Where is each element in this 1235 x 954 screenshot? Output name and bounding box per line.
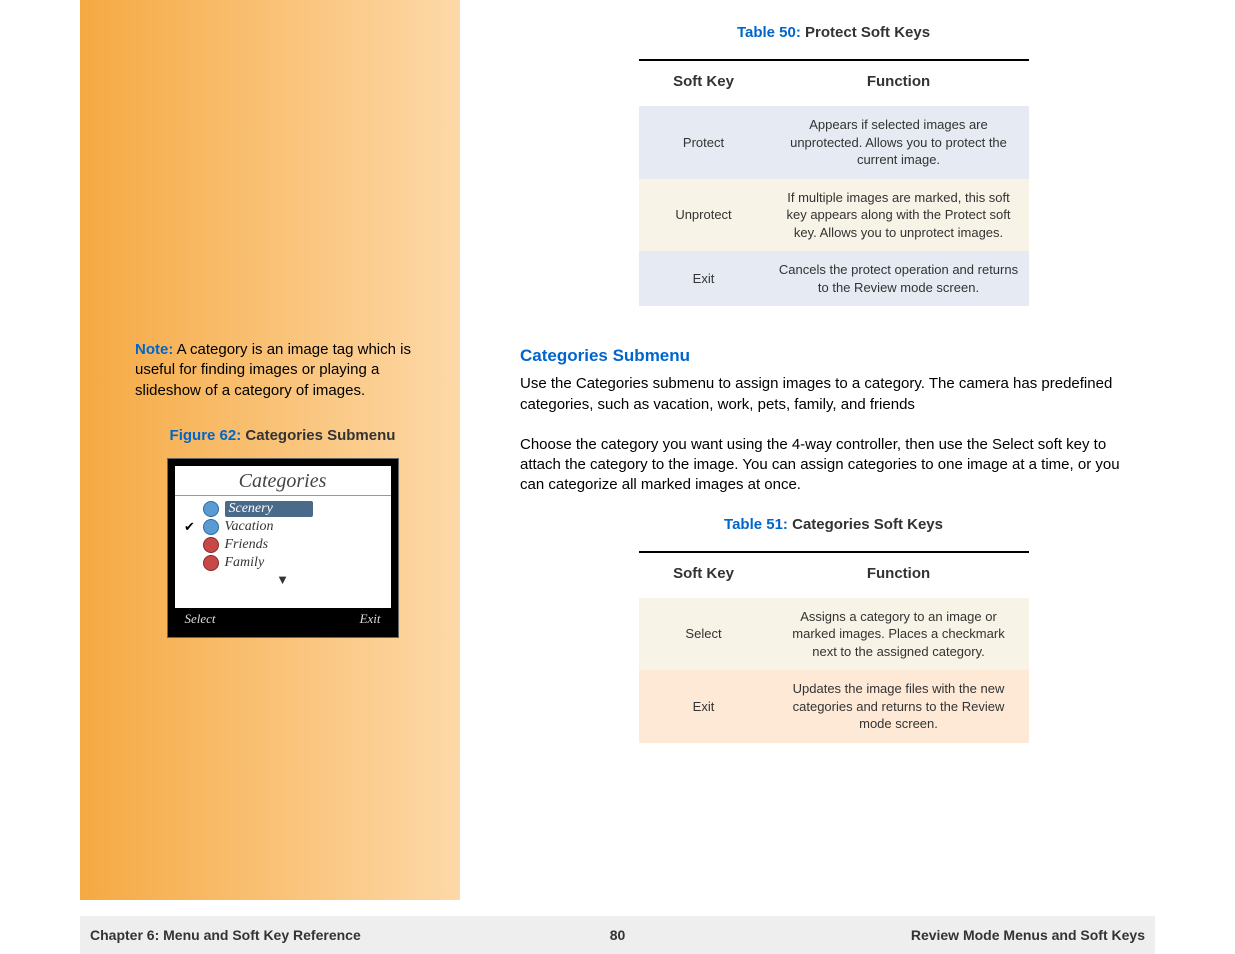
table-row: Exit Updates the image files with the ne… — [639, 670, 1029, 743]
category-label: Vacation — [225, 519, 274, 535]
screen-softkey-bar: Select Exit — [175, 608, 391, 630]
checkmark-icon: ✔ — [183, 519, 197, 535]
table-row: Protect Appears if selected images are u… — [639, 106, 1029, 179]
cell-function: Appears if selected images are unprotect… — [769, 116, 1029, 169]
table-header-row: Soft Key Function — [639, 61, 1029, 106]
category-row: Family — [183, 554, 383, 572]
table50-title: Protect Soft Keys — [801, 24, 930, 41]
cell-function: Cancels the protect operation and return… — [769, 261, 1029, 296]
table51-caption: Table 51: Categories Soft Keys — [520, 516, 1147, 533]
category-icon — [203, 555, 219, 571]
table-categories-softkeys: Soft Key Function Select Assigns a categ… — [639, 551, 1029, 743]
category-icon — [203, 501, 219, 517]
category-row: ✔ Vacation — [183, 518, 383, 536]
table-row: Exit Cancels the protect operation and r… — [639, 251, 1029, 306]
col-header-softkey: Soft Key — [639, 565, 769, 582]
screen-title: Categories — [175, 466, 391, 496]
footer-left: Chapter 6: Menu and Soft Key Reference — [90, 927, 361, 943]
cell-softkey: Select — [639, 626, 769, 641]
figure-number: Figure 62: — [170, 427, 242, 444]
sidebar-panel: Note: A category is an image tag which i… — [80, 0, 460, 900]
col-header-function: Function — [769, 73, 1029, 90]
section-heading: Categories Submenu — [520, 346, 1147, 366]
table50-caption: Table 50: Protect Soft Keys — [520, 24, 1147, 41]
category-icon — [203, 519, 219, 535]
scroll-down-icon: ▼ — [183, 572, 383, 587]
cell-softkey: Exit — [639, 271, 769, 286]
softkey-right: Exit — [360, 611, 381, 627]
note-text: A category is an image tag which is usef… — [135, 341, 411, 399]
table51-number: Table 51: — [724, 516, 788, 533]
cell-softkey: Protect — [639, 135, 769, 150]
footer-right: Review Mode Menus and Soft Keys — [911, 927, 1145, 943]
cell-softkey: Unprotect — [639, 207, 769, 222]
category-label: Family — [225, 555, 265, 571]
table51-title: Categories Soft Keys — [788, 516, 943, 533]
col-header-softkey: Soft Key — [639, 73, 769, 90]
category-row: Scenery — [183, 500, 383, 518]
table-protect-softkeys: Soft Key Function Protect Appears if sel… — [639, 59, 1029, 306]
figure-title: Categories Submenu — [241, 427, 395, 444]
camera-lcd-mockup: Categories Scenery ✔ Vacation — [167, 458, 399, 638]
category-label: Friends — [225, 537, 269, 553]
softkey-left: Select — [185, 611, 216, 627]
category-label: Scenery — [225, 501, 313, 517]
body-paragraph: Use the Categories submenu to assign ima… — [520, 374, 1147, 415]
footer-page-number: 80 — [610, 927, 626, 943]
page-footer: Chapter 6: Menu and Soft Key Reference 8… — [80, 916, 1155, 954]
table50-number: Table 50: — [737, 24, 801, 41]
table-row: Select Assigns a category to an image or… — [639, 598, 1029, 671]
main-content: Table 50: Protect Soft Keys Soft Key Fun… — [460, 0, 1155, 900]
col-header-function: Function — [769, 565, 1029, 582]
note-block: Note: A category is an image tag which i… — [135, 340, 430, 401]
table-row: Unprotect If multiple images are marked,… — [639, 179, 1029, 252]
category-list: Scenery ✔ Vacation Friends — [175, 496, 391, 608]
category-row: Friends — [183, 536, 383, 554]
cell-function: If multiple images are marked, this soft… — [769, 189, 1029, 242]
note-label: Note: — [135, 341, 173, 358]
table-header-row: Soft Key Function — [639, 553, 1029, 598]
category-icon — [203, 537, 219, 553]
cell-softkey: Exit — [639, 699, 769, 714]
cell-function: Updates the image files with the new cat… — [769, 680, 1029, 733]
cell-function: Assigns a category to an image or marked… — [769, 608, 1029, 661]
figure-caption: Figure 62: Categories Submenu — [135, 427, 430, 444]
body-paragraph: Choose the category you want using the 4… — [520, 435, 1147, 496]
